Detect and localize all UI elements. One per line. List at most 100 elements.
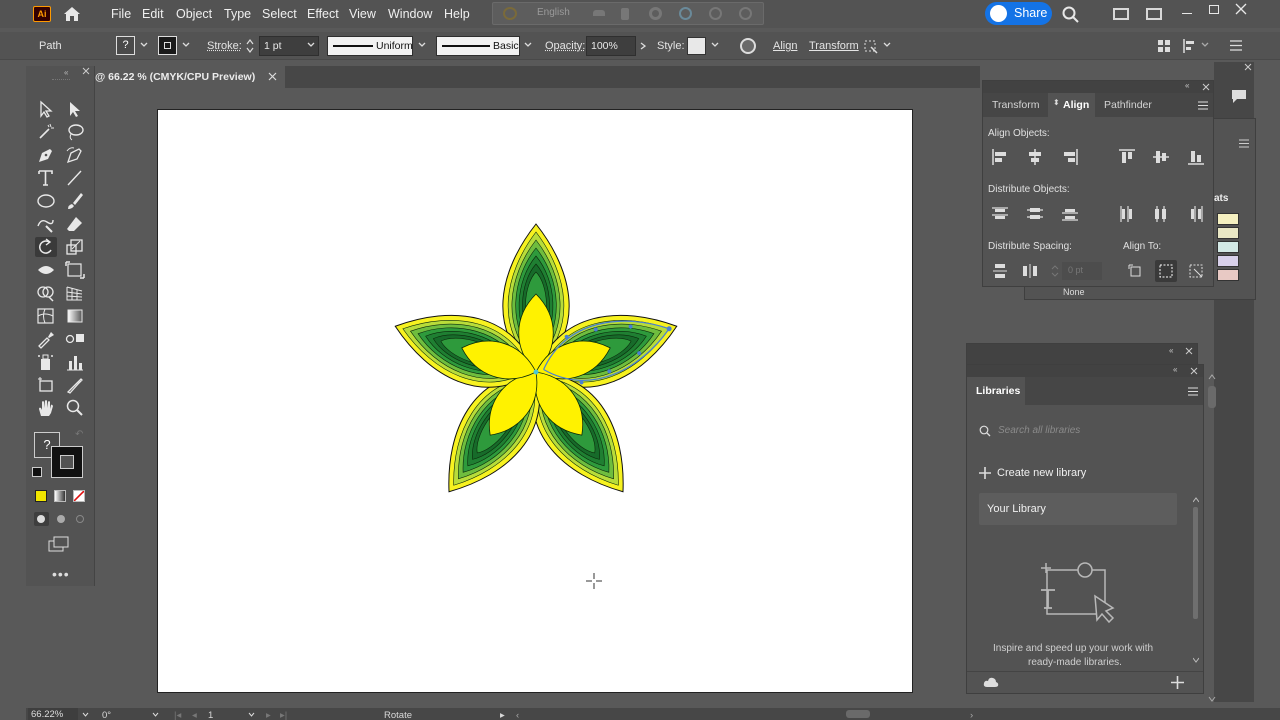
zoom-field[interactable]: 66.22% (28, 708, 78, 720)
menu-view[interactable]: View (349, 0, 376, 28)
distribute-horizontal-center-icon[interactable] (1152, 205, 1170, 223)
artboard-tool-icon[interactable] (35, 375, 57, 395)
shape-builder-tool-icon[interactable] (35, 283, 57, 303)
draw-inside-icon[interactable] (73, 512, 88, 526)
libraries-collapse-icon[interactable]: « (1173, 365, 1177, 374)
screen-mode-icon[interactable] (48, 536, 70, 552)
hscroll-right-icon[interactable]: › (970, 710, 973, 720)
comments-icon[interactable] (1230, 88, 1248, 104)
brush-dropdown-icon[interactable] (524, 42, 532, 48)
mesh-tool-icon[interactable] (35, 306, 57, 326)
line-segment-tool-icon[interactable] (64, 168, 86, 188)
style-dropdown-icon[interactable] (711, 42, 719, 48)
swatch-0[interactable] (1217, 213, 1239, 225)
flower-artwork[interactable] (158, 110, 914, 694)
none-mode-icon[interactable] (73, 490, 85, 502)
variable-width-profile[interactable]: Uniform (327, 36, 413, 56)
collapsed-panel-collapse-icon[interactable]: « (1169, 346, 1173, 355)
behind-panel-menu-icon[interactable] (1239, 139, 1249, 148)
right-dock-scroll-up-icon[interactable] (1208, 374, 1216, 380)
gradient-mode-icon[interactable] (54, 490, 66, 502)
swatch-1[interactable] (1217, 227, 1239, 239)
free-transform-tool-icon[interactable] (64, 260, 86, 280)
gradient-tool-icon[interactable] (64, 306, 86, 326)
swatch-3[interactable] (1217, 255, 1239, 267)
tab-pathfinder[interactable]: Pathfinder (1104, 99, 1152, 111)
default-colors-icon[interactable] (32, 467, 42, 477)
align-bottom-icon[interactable] (1187, 148, 1205, 166)
library-item-your-library[interactable]: Your Library (979, 493, 1177, 525)
menu-type[interactable]: Type (224, 0, 251, 28)
previous-artboard-icon[interactable]: ◂ (192, 710, 197, 720)
vertical-distribute-space-icon[interactable] (991, 262, 1009, 280)
close-document-icon[interactable] (268, 72, 277, 81)
hand-tool-icon[interactable] (35, 398, 57, 418)
horizontal-scroll-thumb[interactable] (846, 710, 870, 718)
direct-selection-tool-icon[interactable] (64, 99, 86, 119)
align-to-selection-icon[interactable] (1126, 262, 1144, 280)
toolbar-close-icon[interactable] (82, 67, 90, 75)
opacity-label[interactable]: Opacity: (545, 40, 585, 52)
restore-icon[interactable] (1209, 5, 1219, 14)
swap-fill-stroke-icon[interactable]: ↶ (75, 429, 83, 440)
distribute-left-icon[interactable] (1118, 205, 1136, 223)
zoom-dropdown-icon[interactable] (82, 712, 89, 717)
right-dock-scrollbar[interactable] (1208, 386, 1216, 408)
toolbar-collapse-icon[interactable]: « (64, 68, 68, 77)
scroll-thumb[interactable] (1193, 507, 1198, 619)
fill-dropdown-icon[interactable] (140, 42, 148, 48)
tab-align[interactable]: Align (1063, 99, 1089, 111)
rotate-tool-icon[interactable] (35, 237, 57, 257)
scroll-down-icon[interactable] (1193, 657, 1199, 663)
artboard-number[interactable]: 1 (208, 710, 213, 720)
align-panel-titlebar[interactable]: « (983, 81, 1213, 93)
menu-object[interactable]: Object (176, 0, 212, 28)
isolate-dropdown-icon[interactable] (883, 42, 891, 48)
align-panel-close-icon[interactable] (1202, 83, 1210, 91)
align-options-icon[interactable] (1182, 39, 1198, 53)
align-options-dropdown-icon[interactable] (1201, 42, 1209, 48)
distribute-right-icon[interactable] (1187, 205, 1205, 223)
align-link[interactable]: Align (773, 40, 797, 52)
next-artboard-icon[interactable]: ▸ (266, 710, 271, 720)
scale-tool-icon[interactable] (64, 237, 86, 257)
home-icon[interactable] (62, 5, 82, 23)
stroke-weight-stepper[interactable] (245, 38, 257, 54)
perspective-grid-tool-icon[interactable] (64, 283, 86, 303)
toolbar-grip[interactable] (52, 79, 70, 81)
collapsed-panel-close-icon[interactable] (1185, 347, 1193, 355)
distribute-bottom-icon[interactable] (1061, 205, 1079, 223)
zoom-tool-icon[interactable] (64, 398, 86, 418)
rotation-value[interactable]: 0° (102, 710, 111, 720)
document-tab[interactable]: @ 66.22 % (CMYK/CPU Preview) (95, 66, 285, 88)
blend-tool-icon[interactable] (64, 329, 86, 349)
stroke-color-swatch[interactable] (51, 446, 83, 478)
hscroll-left-icon[interactable]: ‹ (516, 710, 519, 720)
libraries-search-row[interactable]: Search all libraries (977, 421, 1191, 441)
libraries-close-icon[interactable] (1190, 367, 1198, 375)
libraries-search-input[interactable]: Search all libraries (998, 425, 1080, 436)
libraries-menu-icon[interactable] (1188, 387, 1198, 396)
menu-edit[interactable]: Edit (142, 0, 164, 28)
edit-toolbar-icon[interactable]: ••• (52, 566, 70, 582)
right-dock-scroll-down-icon[interactable] (1208, 696, 1216, 702)
type-tool-icon[interactable] (35, 168, 57, 188)
scroll-up-icon[interactable] (1193, 497, 1199, 503)
graphic-style-swatch[interactable] (687, 37, 706, 55)
libraries-scrollbar[interactable] (1193, 497, 1199, 665)
pen-tool-icon[interactable] (35, 145, 57, 165)
menu-file[interactable]: File (111, 0, 131, 28)
align-horizontal-center-icon[interactable] (1026, 148, 1044, 166)
arrange-documents-icon[interactable] (1113, 8, 1129, 20)
brush-definition[interactable]: Basic (436, 36, 520, 56)
opacity-field[interactable]: 100% (586, 36, 636, 56)
align-to-key-object-icon[interactable] (1187, 262, 1205, 280)
draw-behind-icon[interactable] (54, 512, 69, 526)
align-left-icon[interactable] (991, 148, 1009, 166)
symbol-sprayer-tool-icon[interactable] (35, 352, 57, 372)
stroke-swatch[interactable] (158, 36, 177, 55)
stroke-weight-dropdown-icon[interactable] (307, 42, 315, 48)
stroke-label[interactable]: Stroke: (207, 40, 242, 52)
libraries-titlebar[interactable]: « (967, 365, 1203, 377)
distribute-vertical-center-icon[interactable] (1026, 205, 1044, 223)
